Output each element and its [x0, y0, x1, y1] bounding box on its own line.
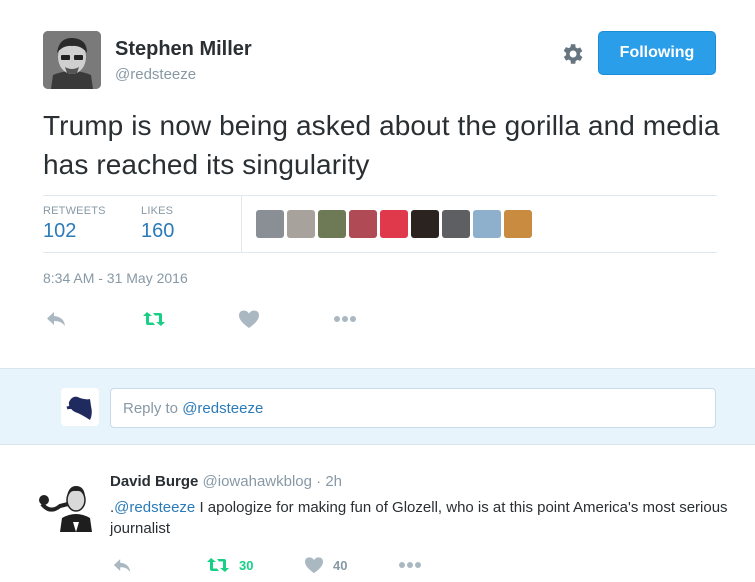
reply-mention[interactable]: @redsteeze: [114, 499, 195, 516]
likes-stat[interactable]: LIKES 160: [141, 205, 174, 243]
liker-avatar[interactable]: [442, 210, 470, 238]
likes-label: LIKES: [141, 205, 174, 217]
reply-composer: Reply to @redsteeze: [0, 368, 755, 445]
liker-avatar[interactable]: [349, 210, 377, 238]
retweets-count: 102: [43, 220, 77, 242]
reply-reply-icon[interactable]: [112, 554, 132, 576]
retweets-stat[interactable]: RETWEETS 102: [43, 205, 106, 243]
reply-author-name[interactable]: David Burge: [110, 473, 198, 490]
reply-author-avatar[interactable]: [38, 474, 96, 532]
reply-icon[interactable]: [43, 306, 69, 332]
heart-icon: [305, 557, 323, 574]
reply-placeholder-prefix: Reply to: [123, 400, 183, 417]
liker-avatar[interactable]: [473, 210, 501, 238]
reply-separator: ·: [311, 473, 326, 490]
user-avatar: [61, 388, 99, 426]
tweet-stats: RETWEETS 102 LIKES 160: [43, 195, 717, 253]
retweet-icon[interactable]: [141, 306, 167, 332]
reply-header: David Burge @iowahawkblog · 2h: [110, 473, 342, 490]
liker-avatar[interactable]: [256, 210, 284, 238]
likes-count: 160: [141, 220, 175, 242]
tweet-timestamp[interactable]: 8:34 AM - 31 May 2016: [43, 270, 188, 286]
retweet-icon: [207, 558, 229, 572]
author-name[interactable]: Stephen Miller: [115, 38, 252, 61]
reply-retweet-count: 30: [239, 557, 254, 573]
reply-actions: 30 40: [0, 554, 755, 576]
author-avatar[interactable]: [43, 31, 101, 89]
reply-like-button[interactable]: 40: [304, 554, 347, 576]
liker-avatar[interactable]: [318, 210, 346, 238]
reply-placeholder-mention: @redsteeze: [182, 400, 264, 417]
stats-divider: [241, 196, 242, 253]
reply-more-icon[interactable]: [398, 554, 422, 576]
reply-retweet-button[interactable]: 30: [206, 554, 253, 576]
heart-icon[interactable]: [236, 306, 262, 332]
retweets-label: RETWEETS: [43, 205, 106, 217]
likers-avatars: [256, 210, 532, 238]
reply-text: .@redsteeze I apologize for making fun o…: [110, 497, 730, 539]
liker-avatar[interactable]: [380, 210, 408, 238]
tweet-actions: [0, 306, 755, 332]
more-icon[interactable]: [332, 306, 358, 332]
following-button[interactable]: Following: [598, 31, 716, 75]
main-tweet: Stephen Miller @redsteeze Following Trum…: [0, 0, 755, 368]
reply-text-body: I apologize for making fun of Glozell, w…: [110, 499, 728, 537]
reply-author-handle[interactable]: @iowahawkblog: [203, 473, 312, 490]
reply-like-count: 40: [333, 557, 348, 573]
liker-avatar[interactable]: [411, 210, 439, 238]
tweet-text: Trump is now being asked about the goril…: [43, 110, 720, 180]
reply-input[interactable]: Reply to @redsteeze: [110, 388, 716, 428]
liker-avatar[interactable]: [504, 210, 532, 238]
gear-icon[interactable]: [559, 41, 585, 67]
reply-time[interactable]: 2h: [325, 473, 342, 490]
liker-avatar[interactable]: [287, 210, 315, 238]
reply-tweet: David Burge @iowahawkblog · 2h .@redstee…: [0, 446, 755, 582]
author-handle[interactable]: @redsteeze: [115, 66, 196, 83]
